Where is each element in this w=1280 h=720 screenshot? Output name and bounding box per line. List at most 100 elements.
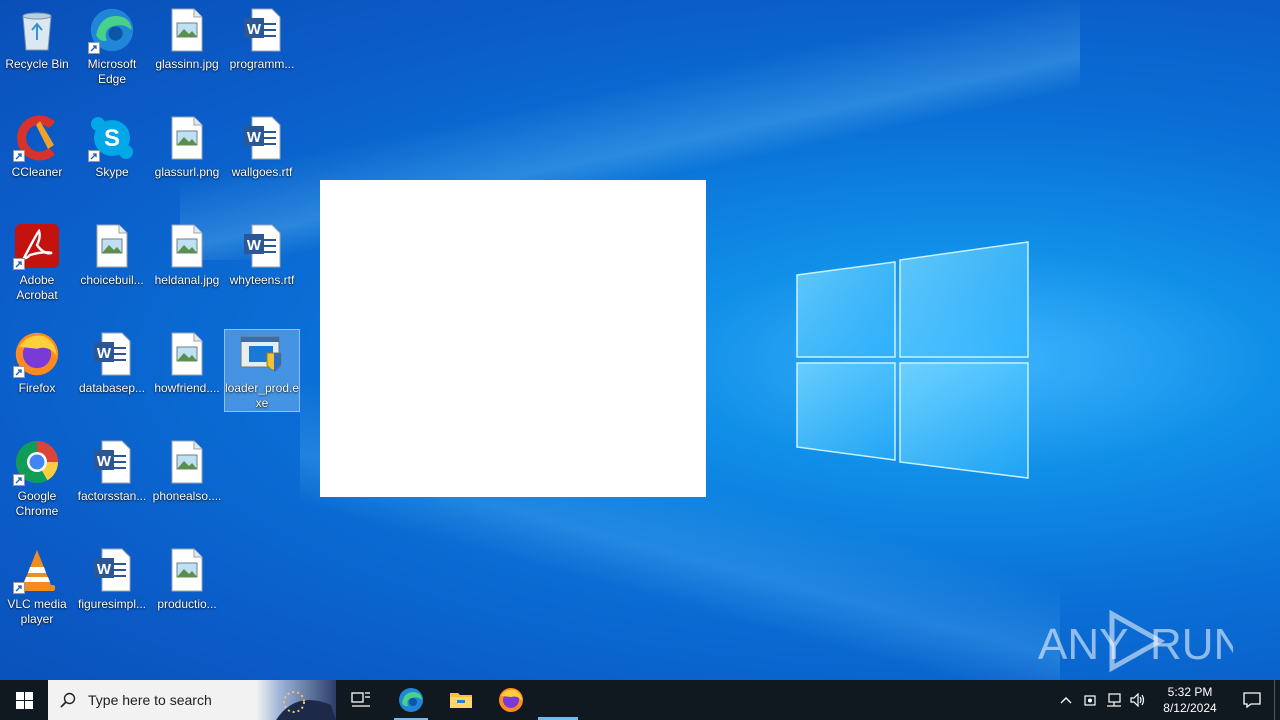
svg-text:W: W xyxy=(97,561,112,578)
volume-button[interactable] xyxy=(1126,680,1150,720)
desktop-icon[interactable]: glassurl.png xyxy=(150,114,224,180)
desktop-icon[interactable]: loader_prod.exe xyxy=(224,329,300,412)
image-file-icon xyxy=(163,330,211,378)
chrome-icon xyxy=(13,438,61,486)
desktop-icon-label: Adobe Acrobat xyxy=(16,273,58,302)
svg-text:RUN: RUN xyxy=(1150,620,1233,669)
file-explorer-icon xyxy=(450,693,472,708)
desktop-icon-label: programm... xyxy=(229,57,295,71)
desktop-icon-label: productio... xyxy=(157,597,217,611)
blank-window[interactable] xyxy=(320,180,706,497)
recycle-bin-icon xyxy=(13,6,61,54)
desktop-icon-label: whyteens.rtf xyxy=(229,273,295,287)
desktop-icon-label: glassinn.jpg xyxy=(155,57,219,71)
image-file-icon xyxy=(163,546,211,594)
search-highlight-icon xyxy=(256,680,336,720)
desktop-icon-label: VLC media player xyxy=(7,597,67,626)
search-placeholder: Type here to search xyxy=(88,692,212,708)
desktop-icon[interactable]: Google Chrome xyxy=(0,438,74,519)
taskbar-edge-button[interactable] xyxy=(386,680,436,720)
shortcut-arrow-icon xyxy=(13,582,25,594)
svg-text:W: W xyxy=(247,21,262,38)
security-app-icon xyxy=(1084,695,1096,706)
image-file-icon xyxy=(163,438,211,486)
task-view-icon xyxy=(351,692,370,707)
acrobat-icon xyxy=(13,222,61,270)
taskbar-clock[interactable]: 5:32 PM 8/12/2024 xyxy=(1150,684,1230,716)
shortcut-arrow-icon xyxy=(13,474,25,486)
word-document-icon: W xyxy=(238,6,286,54)
taskbar-firefox-button[interactable] xyxy=(486,680,536,720)
desktop-icon-label: databasep... xyxy=(78,381,146,395)
svg-text:W: W xyxy=(97,453,112,470)
desktop-icon-label: phonealso.... xyxy=(152,489,222,503)
desktop-icon[interactable]: Wfactorsstan... xyxy=(75,438,149,504)
desktop-icon[interactable]: heldanal.jpg xyxy=(150,222,224,288)
desktop-icon-label: Firefox xyxy=(18,381,56,395)
shortcut-arrow-icon xyxy=(88,150,100,162)
skype-icon: S xyxy=(88,114,136,162)
firefox-icon xyxy=(13,330,61,378)
desktop-icon-label: Microsoft Edge xyxy=(87,57,137,86)
desktop-icon[interactable]: Wwallgoes.rtf xyxy=(225,114,299,180)
desktop-icon[interactable]: glassinn.jpg xyxy=(150,6,224,72)
desktop-icon[interactable]: VLC media player xyxy=(0,546,74,627)
edge-icon xyxy=(88,6,136,54)
svg-text:S: S xyxy=(104,125,120,152)
clock-date: 8/12/2024 xyxy=(1163,701,1217,715)
desktop-icon[interactable]: Wwhyteens.rtf xyxy=(225,222,299,288)
svg-text:W: W xyxy=(247,237,262,254)
system-tray: 5:32 PM 8/12/2024 xyxy=(1054,680,1280,720)
word-document-icon: W xyxy=(88,438,136,486)
desktop-icon-label: factorsstan... xyxy=(77,489,147,503)
desktop-icon-label: Recycle Bin xyxy=(5,57,69,71)
chevron-up-icon xyxy=(1060,697,1072,704)
windows-start-icon xyxy=(15,691,33,709)
image-file-icon xyxy=(163,6,211,54)
desktop-icon[interactable]: Wdatabasep... xyxy=(75,330,149,396)
desktop-icon[interactable]: phonealso.... xyxy=(150,438,224,504)
image-file-icon xyxy=(88,222,136,270)
desktop-icon[interactable]: Firefox xyxy=(0,330,74,396)
desktop-icon[interactable]: howfriend.... xyxy=(150,330,224,396)
network-button[interactable] xyxy=(1102,680,1126,720)
edge-icon xyxy=(399,688,423,712)
shortcut-arrow-icon xyxy=(13,150,25,162)
desktop-icon-label: heldanal.jpg xyxy=(154,273,220,287)
task-view-button[interactable] xyxy=(336,680,386,720)
desktop-icon[interactable]: CCleaner xyxy=(0,114,74,180)
desktop-icon[interactable]: Wprogramm... xyxy=(225,6,299,72)
show-desktop-button[interactable] xyxy=(1274,680,1280,720)
start-button[interactable] xyxy=(0,680,48,720)
desktop-icon[interactable]: productio... xyxy=(150,546,224,612)
desktop-icon[interactable]: choicebuil... xyxy=(75,222,149,288)
shortcut-arrow-icon xyxy=(13,258,25,270)
windows-wallpaper-logo xyxy=(796,241,1029,479)
word-document-icon: W xyxy=(88,330,136,378)
search-icon xyxy=(48,692,88,708)
taskbar-search-box[interactable]: Type here to search xyxy=(48,680,336,720)
svg-text:W: W xyxy=(97,345,112,362)
taskbar-file-explorer-button[interactable] xyxy=(436,680,486,720)
show-hidden-icons-button[interactable] xyxy=(1054,680,1078,720)
network-icon xyxy=(1107,693,1121,707)
desktop-icon-label: Skype xyxy=(95,165,129,179)
desktop-icon-label: loader_prod.exe xyxy=(224,381,300,410)
desktop-icon-label: glassurl.png xyxy=(154,165,220,179)
notification-icon xyxy=(1243,692,1261,708)
desktop-icon[interactable]: Recycle Bin xyxy=(0,6,74,72)
desktop-icon-label: figuresimpl... xyxy=(77,597,147,611)
word-document-icon: W xyxy=(88,546,136,594)
tray-app-button[interactable] xyxy=(1078,680,1102,720)
ccleaner-icon xyxy=(13,114,61,162)
desktop-icon[interactable]: Adobe Acrobat xyxy=(0,222,74,303)
desktop-icon-label: wallgoes.rtf xyxy=(231,165,293,179)
svg-text:W: W xyxy=(247,129,262,146)
action-center-button[interactable] xyxy=(1230,680,1274,720)
desktop-icon[interactable]: Microsoft Edge xyxy=(75,6,149,87)
desktop-icon[interactable]: Wfiguresimpl... xyxy=(75,546,149,612)
shortcut-arrow-icon xyxy=(88,42,100,54)
image-file-icon xyxy=(163,222,211,270)
desktop-icon[interactable]: S Skype xyxy=(75,114,149,180)
desktop-icon-label: CCleaner xyxy=(11,165,63,179)
